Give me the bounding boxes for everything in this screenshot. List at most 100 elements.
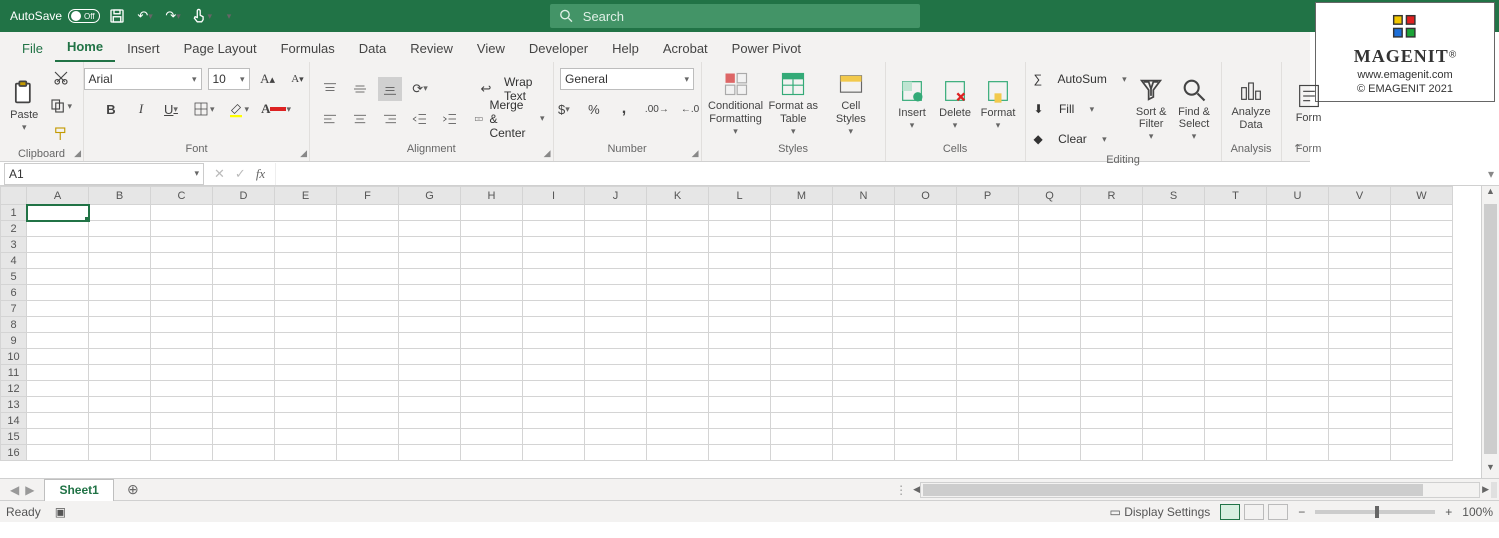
cell-D13[interactable] <box>213 397 275 413</box>
cell-G14[interactable] <box>399 413 461 429</box>
cell-K8[interactable] <box>647 317 709 333</box>
cell-G9[interactable] <box>399 333 461 349</box>
cell-K5[interactable] <box>647 269 709 285</box>
column-header[interactable]: W <box>1391 187 1453 205</box>
cell-F6[interactable] <box>337 285 399 301</box>
row-header[interactable]: 3 <box>1 237 27 253</box>
cell-N3[interactable] <box>833 237 895 253</box>
cell-K9[interactable] <box>647 333 709 349</box>
cell-N10[interactable] <box>833 349 895 365</box>
cell-G13[interactable] <box>399 397 461 413</box>
cell-N14[interactable] <box>833 413 895 429</box>
cell-G5[interactable] <box>399 269 461 285</box>
cell-R1[interactable] <box>1081 205 1143 221</box>
cell-A8[interactable] <box>27 317 89 333</box>
cell-P8[interactable] <box>957 317 1019 333</box>
cell-W4[interactable] <box>1391 253 1453 269</box>
cell-S12[interactable] <box>1143 381 1205 397</box>
cell-F5[interactable] <box>337 269 399 285</box>
zoom-out-button[interactable]: − <box>1298 505 1305 519</box>
cell-L2[interactable] <box>709 221 771 237</box>
cell-F8[interactable] <box>337 317 399 333</box>
cell-Q5[interactable] <box>1019 269 1081 285</box>
new-sheet-button[interactable]: ⊕ <box>122 481 144 498</box>
cell-K15[interactable] <box>647 429 709 445</box>
cell-O1[interactable] <box>895 205 957 221</box>
cell-S15[interactable] <box>1143 429 1205 445</box>
cell-Q8[interactable] <box>1019 317 1081 333</box>
cell-D15[interactable] <box>213 429 275 445</box>
zoom-slider[interactable] <box>1315 510 1435 514</box>
cell-L16[interactable] <box>709 445 771 461</box>
cell-H6[interactable] <box>461 285 523 301</box>
comma-button[interactable]: , <box>612 97 636 121</box>
cell-J2[interactable] <box>585 221 647 237</box>
cell-I7[interactable] <box>523 301 585 317</box>
cell-L15[interactable] <box>709 429 771 445</box>
next-sheet-button[interactable]: ▶ <box>25 483 34 497</box>
cell-P16[interactable] <box>957 445 1019 461</box>
cell-B14[interactable] <box>89 413 151 429</box>
cell-A9[interactable] <box>27 333 89 349</box>
cell-I5[interactable] <box>523 269 585 285</box>
dialog-launcher-icon[interactable]: ◢ <box>692 148 699 159</box>
vertical-scrollbar[interactable]: ▲ ▼ <box>1481 186 1499 478</box>
page-break-view-button[interactable] <box>1268 504 1288 520</box>
analyze-data-button[interactable]: Analyze Data <box>1230 76 1273 130</box>
cell-I6[interactable] <box>523 285 585 301</box>
align-middle-button[interactable] <box>348 77 372 101</box>
tab-scroll-split-icon[interactable]: ⋮ <box>895 483 907 497</box>
column-header[interactable]: A <box>27 187 89 205</box>
cell-B1[interactable] <box>89 205 151 221</box>
copy-button[interactable]: ▾ <box>46 94 75 118</box>
cell-M7[interactable] <box>771 301 833 317</box>
column-header[interactable]: F <box>337 187 399 205</box>
cell-G3[interactable] <box>399 237 461 253</box>
cell-D4[interactable] <box>213 253 275 269</box>
cell-L14[interactable] <box>709 413 771 429</box>
tab-page-layout[interactable]: Page Layout <box>172 35 269 62</box>
cell-E15[interactable] <box>275 429 337 445</box>
cell-C14[interactable] <box>151 413 213 429</box>
column-header[interactable]: B <box>89 187 151 205</box>
cell-C13[interactable] <box>151 397 213 413</box>
sheet-tab-active[interactable]: Sheet1 <box>44 479 113 501</box>
cell-M6[interactable] <box>771 285 833 301</box>
cell-F7[interactable] <box>337 301 399 317</box>
save-icon[interactable] <box>106 5 128 27</box>
cell-J10[interactable] <box>585 349 647 365</box>
cell-M4[interactable] <box>771 253 833 269</box>
cell-V10[interactable] <box>1329 349 1391 365</box>
cell-H7[interactable] <box>461 301 523 317</box>
cell-U8[interactable] <box>1267 317 1329 333</box>
tab-acrobat[interactable]: Acrobat <box>651 35 720 62</box>
cell-H2[interactable] <box>461 221 523 237</box>
cell-S1[interactable] <box>1143 205 1205 221</box>
find-select-button[interactable]: Find & Select▾ <box>1176 76 1213 142</box>
cell-H8[interactable] <box>461 317 523 333</box>
cell-G7[interactable] <box>399 301 461 317</box>
cell-E2[interactable] <box>275 221 337 237</box>
cell-G12[interactable] <box>399 381 461 397</box>
cell-V16[interactable] <box>1329 445 1391 461</box>
conditional-formatting-button[interactable]: Conditional Formatting▾ <box>710 70 762 136</box>
cell-R4[interactable] <box>1081 253 1143 269</box>
column-header[interactable]: Q <box>1019 187 1081 205</box>
cell-S16[interactable] <box>1143 445 1205 461</box>
cell-I10[interactable] <box>523 349 585 365</box>
cell-E11[interactable] <box>275 365 337 381</box>
cell-D14[interactable] <box>213 413 275 429</box>
cell-W12[interactable] <box>1391 381 1453 397</box>
cell-K10[interactable] <box>647 349 709 365</box>
cell-O5[interactable] <box>895 269 957 285</box>
cell-S7[interactable] <box>1143 301 1205 317</box>
cell-L12[interactable] <box>709 381 771 397</box>
cell-C7[interactable] <box>151 301 213 317</box>
cell-A15[interactable] <box>27 429 89 445</box>
scroll-up-icon[interactable]: ▲ <box>1482 186 1499 202</box>
cell-G6[interactable] <box>399 285 461 301</box>
tab-developer[interactable]: Developer <box>517 35 600 62</box>
tab-data[interactable]: Data <box>347 35 398 62</box>
row-header[interactable]: 5 <box>1 269 27 285</box>
horizontal-scroll-thumb[interactable] <box>923 484 1423 496</box>
